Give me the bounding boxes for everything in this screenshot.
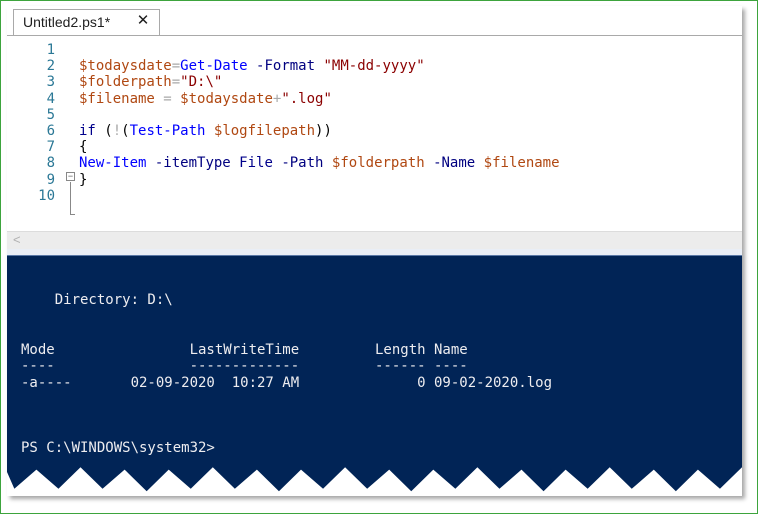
console-directory-line: Directory: D:\: [21, 292, 173, 308]
line-number: 6: [46, 122, 55, 139]
console-table-separator: ---- ------------- ------ ----: [21, 358, 468, 374]
code-token-cmd: Get-Date: [180, 58, 248, 75]
code-token-op: !: [112, 122, 122, 139]
screenshot-frame: Untitled2.ps1* ✕ 1 2 3 4 5 6 7 8 9 10 $todaysdate…: [0, 0, 758, 514]
line-number: 1: [46, 42, 55, 58]
code-token-var: $logfilepath: [213, 122, 316, 139]
console-table-row: -a---- 02-09-2020 10:27 AM 0 09-02-2020.…: [21, 375, 553, 391]
code-token-op: =: [163, 90, 172, 107]
code-token-plain: {: [79, 139, 88, 156]
code-token-param: -Format: [256, 58, 316, 75]
code-line: {: [79, 139, 560, 155]
code-token-str: "D:\": [180, 74, 223, 91]
code-line: $filename = $todaysdate+".log": [79, 91, 560, 107]
code-token-param: -Name: [433, 155, 476, 172]
code-line: New-Item -itemType File -Path $folderpat…: [79, 155, 560, 171]
line-number: 2: [46, 58, 55, 75]
code-line: $todaysdate=Get-Date -Format "MM-dd-yyyy…: [79, 58, 560, 74]
code-token-str: ".log": [281, 90, 332, 107]
code-token-var: $todaysdate: [79, 58, 172, 75]
console-prompt[interactable]: PS C:\WINDOWS\system32>: [21, 440, 215, 456]
code-token-plain: (: [95, 122, 113, 139]
code-token-plain: )): [315, 122, 332, 139]
powershell-ise-window: Untitled2.ps1* ✕ 1 2 3 4 5 6 7 8 9 10 $todaysdate…: [7, 6, 742, 496]
console-table-header: Mode LastWriteTime Length Name: [21, 342, 468, 358]
script-editor[interactable]: 1 2 3 4 5 6 7 8 9 10 $todaysdate=Get-Date -Format…: [7, 35, 742, 238]
horizontal-scrollbar[interactable]: <: [7, 231, 742, 249]
line-number-gutter: 1 2 3 4 5 6 7 8 9 10: [7, 42, 55, 204]
code-token-var: $todaysdate: [180, 90, 273, 107]
line-number: 9: [46, 171, 55, 188]
code-token-op: =: [171, 58, 181, 75]
code-token-param: -itemType: [154, 155, 231, 172]
line-number: 10: [38, 187, 55, 204]
line-number: 3: [46, 74, 55, 91]
code-token-plain: (: [121, 122, 130, 139]
tab-untitled2[interactable]: Untitled2.ps1* ✕: [13, 9, 160, 35]
code-token-var: $filename: [79, 90, 155, 107]
line-number: 7: [46, 139, 55, 156]
code-line: $folderpath="D:\": [79, 74, 560, 90]
pane-splitter[interactable]: [7, 249, 742, 256]
code-area[interactable]: $todaysdate=Get-Date -Format "MM-dd-yyyy…: [79, 42, 560, 204]
code-token-str: "MM-dd-yyyy": [323, 58, 425, 75]
script-tab-bar: Untitled2.ps1* ✕: [7, 6, 742, 36]
tab-title: Untitled2.ps1*: [23, 14, 111, 30]
code-token-var: $filename: [483, 155, 560, 172]
console-pane[interactable]: Directory: D:\ Mode LastWriteTime Length…: [7, 256, 742, 492]
code-token-cmd: New-Item: [79, 155, 147, 172]
close-icon[interactable]: ✕: [135, 12, 151, 30]
code-token-var: $folderpath: [79, 74, 172, 91]
code-line: }: [79, 172, 560, 188]
code-token-cmd: Test-Path: [129, 122, 206, 139]
code-token-plain: }: [79, 171, 88, 188]
fold-guide-line: [70, 182, 75, 215]
collapse-icon[interactable]: −: [66, 172, 75, 181]
code-token-var: $folderpath: [331, 155, 425, 172]
code-token-param: -Path: [281, 155, 324, 172]
code-token-op: =: [171, 74, 181, 91]
code-token-kw: File: [239, 155, 273, 172]
line-number: 4: [46, 90, 55, 107]
scroll-left-icon[interactable]: <: [13, 232, 21, 247]
line-number: 8: [46, 155, 55, 172]
code-token-kw: if: [79, 122, 96, 139]
code-line: if (!(Test-Path $logfilepath)): [79, 123, 560, 139]
line-number: 5: [46, 106, 55, 123]
